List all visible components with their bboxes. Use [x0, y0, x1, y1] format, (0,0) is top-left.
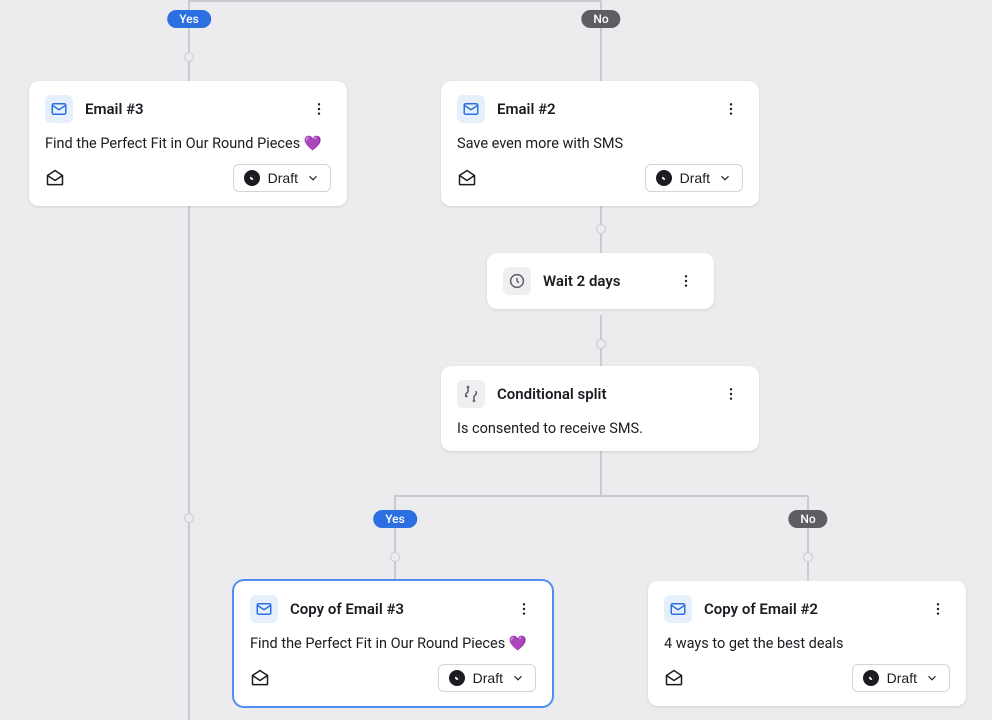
- branch-label-no: No: [581, 10, 620, 28]
- status-label: Draft: [268, 170, 298, 186]
- add-node-circle[interactable]: [803, 552, 813, 562]
- status-dropdown[interactable]: Draft: [852, 664, 950, 692]
- mail-icon: [250, 595, 278, 623]
- email-node-copy-email2[interactable]: Copy of Email #2 4 ways to get the best …: [648, 581, 966, 706]
- status-dropdown[interactable]: Draft: [438, 664, 536, 692]
- open-mail-icon: [45, 168, 65, 188]
- chevron-down-icon: [511, 671, 525, 685]
- node-title: Copy of Email #2: [704, 600, 914, 618]
- email-node-copy-email3[interactable]: Copy of Email #3 Find the Perfect Fit in…: [234, 581, 552, 706]
- email-subject: 4 ways to get the best deals: [664, 635, 950, 652]
- email-subject: Find the Perfect Fit in Our Round Pieces…: [45, 135, 331, 152]
- add-node-circle[interactable]: [390, 552, 400, 562]
- email-node-email2[interactable]: Email #2 Save even more with SMS Draft: [441, 81, 759, 206]
- more-menu-button[interactable]: [719, 382, 743, 406]
- half-circle-icon: [656, 170, 672, 186]
- add-node-circle[interactable]: [596, 339, 606, 349]
- mail-icon: [664, 595, 692, 623]
- open-mail-icon: [457, 168, 477, 188]
- node-title: Copy of Email #3: [290, 600, 500, 618]
- branch-label-yes: Yes: [373, 510, 417, 528]
- chevron-down-icon: [925, 671, 939, 685]
- half-circle-icon: [449, 670, 465, 686]
- email-node-email3[interactable]: Email #3 Find the Perfect Fit in Our Rou…: [29, 81, 347, 206]
- mail-icon: [45, 95, 73, 123]
- node-title: Email #3: [85, 100, 295, 118]
- half-circle-icon: [244, 170, 260, 186]
- status-dropdown[interactable]: Draft: [233, 164, 331, 192]
- more-menu-button[interactable]: [926, 597, 950, 621]
- more-menu-button[interactable]: [512, 597, 536, 621]
- add-node-circle[interactable]: [596, 224, 606, 234]
- more-menu-button[interactable]: [719, 97, 743, 121]
- more-menu-button[interactable]: [307, 97, 331, 121]
- branch-label-yes: Yes: [167, 10, 211, 28]
- branch-label-no: No: [788, 510, 827, 528]
- conditional-split-node[interactable]: Conditional split Is consented to receiv…: [441, 366, 759, 451]
- chevron-down-icon: [306, 171, 320, 185]
- email-subject: Find the Perfect Fit in Our Round Pieces…: [250, 635, 536, 652]
- add-node-circle[interactable]: [184, 513, 194, 523]
- status-label: Draft: [473, 670, 503, 686]
- chevron-down-icon: [718, 171, 732, 185]
- status-dropdown[interactable]: Draft: [645, 164, 743, 192]
- split-icon: [457, 380, 485, 408]
- open-mail-icon: [664, 668, 684, 688]
- open-mail-icon: [250, 668, 270, 688]
- wait-node[interactable]: Wait 2 days: [487, 253, 714, 309]
- add-node-circle[interactable]: [184, 52, 194, 62]
- node-title: Wait 2 days: [543, 272, 662, 290]
- status-label: Draft: [680, 170, 710, 186]
- node-title: Email #2: [497, 100, 707, 118]
- mail-icon: [457, 95, 485, 123]
- status-label: Draft: [887, 670, 917, 686]
- node-title: Conditional split: [497, 385, 707, 403]
- more-menu-button[interactable]: [674, 269, 698, 293]
- email-subject: Save even more with SMS: [457, 135, 743, 152]
- split-condition: Is consented to receive SMS.: [457, 420, 743, 437]
- clock-icon: [503, 267, 531, 295]
- half-circle-icon: [863, 670, 879, 686]
